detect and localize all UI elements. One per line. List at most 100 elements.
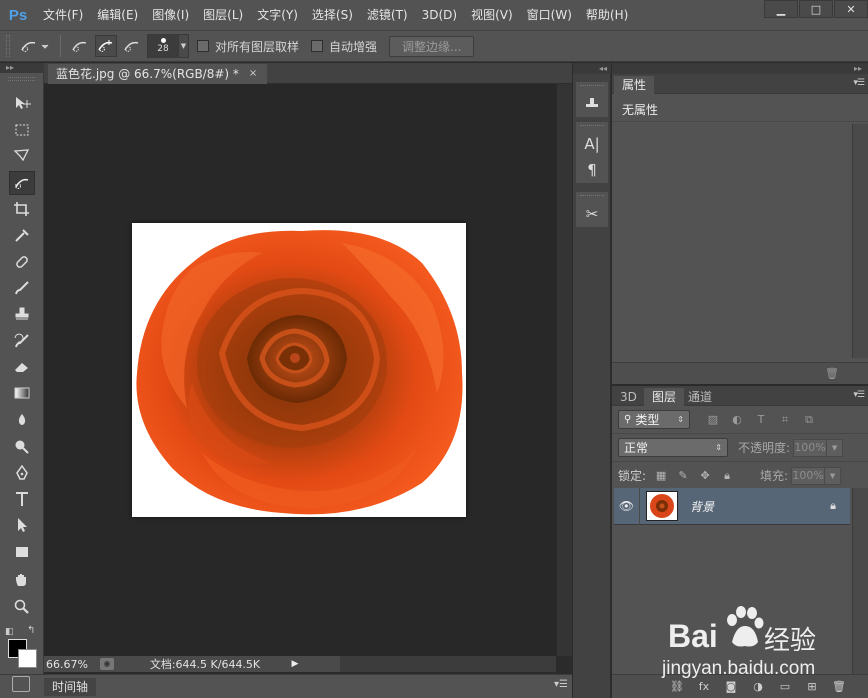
- tool-preset-picker[interactable]: [16, 34, 52, 58]
- crop-tool-icon[interactable]: [9, 197, 35, 221]
- panel-menu-icon[interactable]: ▾☰: [853, 390, 865, 400]
- swap-colors-icon[interactable]: ↰: [27, 625, 35, 636]
- lock-position-icon[interactable]: ✥: [698, 469, 712, 483]
- menu-window[interactable]: 窗口(W): [520, 0, 579, 30]
- type-filter-icon[interactable]: T: [754, 413, 768, 427]
- timeline-tab[interactable]: 时间轴: [44, 678, 97, 696]
- quick-selection-tool-icon[interactable]: [9, 171, 35, 195]
- mid-grip[interactable]: [580, 85, 604, 88]
- brush-dropdown-icon[interactable]: ▼: [179, 34, 189, 58]
- menu-layer[interactable]: 图层(L): [196, 0, 250, 30]
- checkbox-box[interactable]: [311, 40, 324, 52]
- zoom-level[interactable]: 66.67%: [44, 658, 92, 671]
- fill-dropdown-icon[interactable]: ▼: [825, 466, 842, 485]
- marquee-tool-icon[interactable]: [9, 118, 35, 142]
- tab-3d[interactable]: 3D: [612, 388, 645, 406]
- timeline-menu-icon[interactable]: ▾☰: [554, 679, 568, 690]
- midpanel-collapse-icon[interactable]: ◂◂: [573, 63, 611, 74]
- new-layer-icon[interactable]: ⊞: [805, 680, 819, 694]
- menu-help[interactable]: 帮助(H): [579, 0, 635, 30]
- layer-style-icon[interactable]: fx: [697, 680, 711, 694]
- zoom-tool-icon[interactable]: [9, 594, 35, 618]
- sample-all-layers-checkbox[interactable]: 对所有图层取样: [197, 38, 299, 55]
- rose-image[interactable]: [132, 223, 466, 517]
- layers-scrollbar[interactable]: [852, 488, 868, 674]
- menu-view[interactable]: 视图(V): [464, 0, 520, 30]
- eye-icon[interactable]: 👁︎: [614, 487, 640, 525]
- paragraph-panel-icon[interactable]: ¶: [576, 157, 608, 183]
- delete-layer-icon[interactable]: 🗑: [832, 680, 846, 694]
- pen-tool-icon[interactable]: [9, 461, 35, 485]
- mid-grip[interactable]: [580, 125, 604, 128]
- adjustment-filter-icon[interactable]: ◐: [730, 413, 744, 427]
- refine-edge-button[interactable]: 调整边缘...: [389, 35, 475, 57]
- rectangle-tool-icon[interactable]: [9, 540, 35, 564]
- lock-all-icon[interactable]: 🔒︎: [720, 469, 734, 483]
- character-panel-icon[interactable]: A|: [576, 131, 608, 157]
- opacity-field[interactable]: 100%: [793, 438, 828, 457]
- menu-type[interactable]: 文字(Y): [250, 0, 305, 30]
- type-tool-icon[interactable]: [9, 487, 35, 511]
- link-layers-icon[interactable]: ⛓: [670, 680, 684, 694]
- healing-brush-tool-icon[interactable]: [9, 250, 35, 274]
- move-tool-icon[interactable]: [9, 91, 35, 115]
- add-mask-icon[interactable]: ◙: [724, 680, 738, 694]
- tab-layers[interactable]: 图层: [644, 388, 685, 406]
- tab-channels[interactable]: 通道: [680, 388, 720, 406]
- eyedropper-tool-icon[interactable]: [9, 223, 35, 247]
- menu-filter[interactable]: 滤镜(T): [360, 0, 415, 30]
- hand-tool-icon[interactable]: [9, 568, 35, 592]
- fill-field[interactable]: 100%: [791, 466, 826, 485]
- layer-row-background[interactable]: 👁︎ 背景 🔒︎: [614, 487, 850, 525]
- shape-filter-icon[interactable]: ⌗: [778, 413, 792, 427]
- path-selection-tool-icon[interactable]: [9, 513, 35, 537]
- layer-name[interactable]: 背景: [690, 498, 714, 515]
- smart-object-filter-icon[interactable]: ⧉: [802, 413, 816, 427]
- vertical-scrollbar[interactable]: [556, 84, 572, 656]
- lock-transparent-icon[interactable]: ▦: [654, 469, 668, 483]
- options-grip[interactable]: [6, 35, 10, 57]
- close-tab-icon[interactable]: ×: [249, 64, 257, 84]
- background-color-swatch[interactable]: [18, 649, 37, 668]
- panel-menu-icon[interactable]: ▾☰: [853, 78, 865, 88]
- menu-file[interactable]: 文件(F): [36, 0, 90, 30]
- checkbox-box[interactable]: [197, 40, 209, 52]
- status-menu-arrow-icon[interactable]: ▶: [288, 657, 302, 671]
- document-tab[interactable]: 蓝色花.jpg @ 66.7%(RGB/8#) * ×: [48, 64, 268, 84]
- pixel-filter-icon[interactable]: ▨: [706, 413, 720, 427]
- stamp-panel-icon[interactable]: [576, 91, 608, 117]
- clone-stamp-tool-icon[interactable]: [9, 302, 35, 326]
- mid-grip[interactable]: [580, 195, 604, 198]
- tool-presets-panel-icon[interactable]: ✂: [576, 201, 608, 227]
- opacity-dropdown-icon[interactable]: ▼: [827, 438, 844, 457]
- menu-image[interactable]: 图像(I): [145, 0, 196, 30]
- eraser-tool-icon[interactable]: [9, 355, 35, 379]
- status-preview-icon[interactable]: ◉: [100, 658, 114, 670]
- new-group-icon[interactable]: ▭: [778, 680, 792, 694]
- maximize-button[interactable]: □: [799, 0, 833, 18]
- properties-scrollbar[interactable]: [852, 124, 868, 358]
- close-button[interactable]: ✕: [834, 0, 868, 18]
- menu-3d[interactable]: 3D(D): [415, 0, 464, 30]
- layer-thumbnail[interactable]: [646, 491, 678, 521]
- right-dock-collapse-icon[interactable]: ▸▸: [612, 63, 868, 74]
- auto-enhance-checkbox[interactable]: 自动增强: [311, 38, 377, 55]
- toolbox-collapse-icon[interactable]: ▸▸: [0, 63, 44, 73]
- blur-tool-icon[interactable]: [9, 408, 35, 432]
- menu-select[interactable]: 选择(S): [305, 0, 360, 30]
- gradient-tool-icon[interactable]: [9, 381, 35, 405]
- lasso-tool-icon[interactable]: [9, 144, 35, 168]
- lock-pixels-icon[interactable]: ✎: [676, 469, 690, 483]
- new-selection-icon[interactable]: [69, 35, 91, 57]
- screen-mode-icon[interactable]: [12, 676, 30, 692]
- adjustment-layer-icon[interactable]: ◑: [751, 680, 765, 694]
- toolbox-grip[interactable]: [8, 77, 35, 81]
- default-colors-icon[interactable]: ◧: [5, 627, 14, 637]
- minimize-button[interactable]: ▁: [764, 0, 798, 18]
- tab-properties[interactable]: 属性: [614, 76, 655, 94]
- horizontal-scrollbar[interactable]: [340, 656, 556, 672]
- menu-edit[interactable]: 编辑(E): [90, 0, 145, 30]
- layer-filter-select[interactable]: ⚲ 类型 ⇕: [618, 410, 690, 429]
- trash-icon[interactable]: 🗑: [825, 367, 839, 380]
- brush-size-picker[interactable]: 28: [147, 34, 179, 58]
